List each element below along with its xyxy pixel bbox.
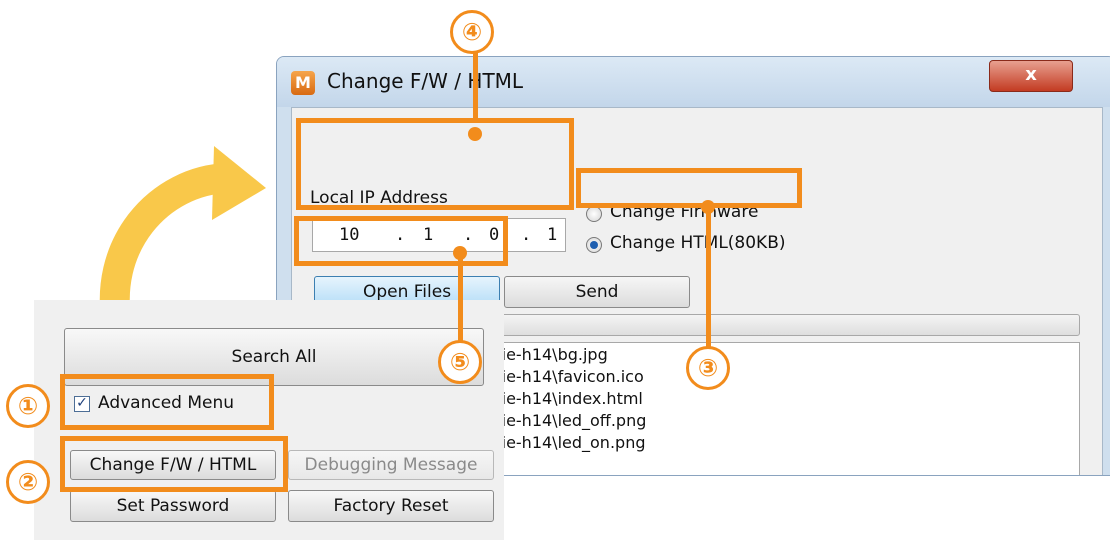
factory-reset-button[interactable]: Factory Reset (288, 490, 494, 522)
annotation-1-marker: ① (6, 384, 50, 428)
dialog-title: Change F/W / HTML (327, 69, 524, 93)
ip-octet-4: 1 (547, 225, 558, 245)
annotation-box-html-radio (576, 168, 802, 208)
send-button[interactable]: Send (504, 276, 690, 308)
app-icon: M (291, 71, 315, 95)
annotation-box-change-fw (60, 436, 288, 492)
annotation-dot (468, 127, 482, 141)
annotation-4-marker: ④ (450, 10, 494, 54)
ip-separator: . (521, 225, 532, 245)
set-password-button[interactable]: Set Password (70, 490, 276, 522)
debugging-message-button[interactable]: Debugging Message (288, 450, 494, 480)
annotation-box-advanced-menu (60, 374, 274, 430)
close-button[interactable]: x (989, 60, 1073, 92)
annotation-line (458, 256, 463, 342)
change-firmware-radio[interactable] (586, 206, 602, 222)
annotation-3-marker: ③ (686, 346, 730, 390)
annotation-5-marker: ⑤ (438, 340, 482, 384)
annotation-line (706, 205, 711, 347)
annotation-box-ip (296, 118, 574, 210)
annotation-line (473, 50, 478, 120)
annotation-2-marker: ② (6, 460, 50, 504)
annotation-dot (453, 246, 467, 260)
dialog-titlebar: M Change F/W / HTML x (277, 57, 1110, 107)
annotation-box-open-files (294, 216, 508, 266)
change-html-label: Change HTML(80KB) (610, 233, 786, 253)
annotation-dot (701, 200, 715, 214)
close-icon: x (1025, 64, 1037, 85)
change-html-radio[interactable] (586, 237, 602, 253)
